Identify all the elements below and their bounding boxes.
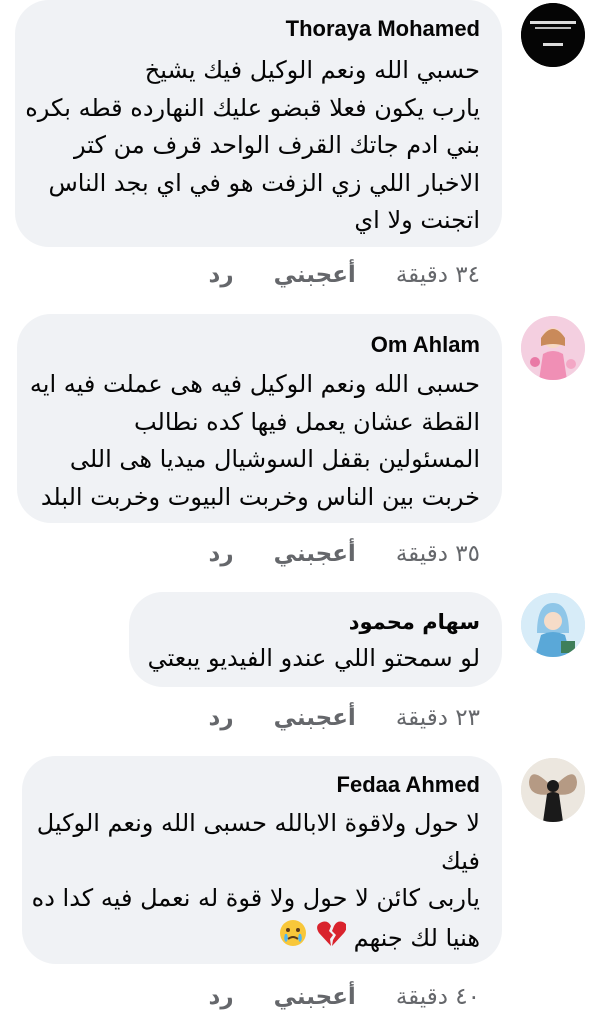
comment-line: بني ادم جاتك القرف الواحد قرف من كتر — [74, 131, 480, 159]
avatar[interactable] — [521, 3, 585, 67]
comment-author[interactable]: Om Ahlam — [371, 332, 480, 358]
crying-face-icon — [278, 918, 308, 960]
comment-line: لا حول ولاقوة الابالله حسبى الله ونعم ال… — [36, 809, 480, 837]
comment-author[interactable]: Fedaa Ahmed — [337, 772, 480, 798]
hijab-girl-avatar-image — [521, 593, 585, 657]
comment-line: حسبي الله ونعم الوكيل فيك يشيخ — [144, 56, 480, 84]
comment-bubble: Thoraya Mohamed حسبي الله ونعم الوكيل في… — [15, 0, 502, 247]
comment-line: حسبى الله ونعم الوكيل فيه هى عملت فيه اي… — [29, 370, 480, 398]
like-button[interactable]: أعجبني — [274, 705, 356, 731]
comment-line: ياربى كائن لا حول ولا قوة له نعمل فيه كد… — [31, 884, 480, 912]
comment-author[interactable]: Thoraya Mohamed — [286, 16, 480, 42]
comment-text: حسبى الله ونعم الوكيل فيه هى عملت فيه اي… — [30, 366, 480, 516]
comment-line: اتجنت ولا اي — [354, 206, 480, 234]
comment-time[interactable]: ٢٣ دقيقة — [396, 705, 480, 731]
comment-bubble: Fedaa Ahmed لا حول ولاقوة الابالله حسبى … — [22, 756, 502, 964]
comment-line: هنيا لك جنهم — [353, 923, 480, 952]
comment-time[interactable]: ٣٥ دقيقة — [396, 541, 480, 567]
comment-line: لو سمحتو اللي عندو الفيديو يبعتي — [147, 644, 480, 672]
comment-text: حسبي الله ونعم الوكيل فيك يشيخ يارب يكون… — [25, 52, 480, 240]
condolence-avatar-image — [521, 3, 585, 67]
comment-text: لو سمحتو اللي عندو الفيديو يبعتي — [148, 640, 480, 678]
reply-button[interactable]: رد — [209, 984, 234, 1010]
butterfly-avatar-image — [521, 758, 585, 822]
comment-actions: ٤٠ دقيقة أعجبني رد — [209, 984, 480, 1010]
like-button[interactable]: أعجبني — [274, 984, 356, 1010]
broken-heart-icon — [316, 919, 347, 959]
comment-line: فيك — [441, 846, 480, 875]
like-button[interactable]: أعجبني — [274, 262, 356, 288]
reply-button[interactable]: رد — [209, 262, 234, 288]
comment-line: خربت بين الناس وخربت البيوت وخربت البلد — [40, 482, 480, 511]
comment-actions: ٢٣ دقيقة أعجبني رد — [209, 705, 480, 731]
comment-text: لا حول ولاقوة الابالله حسبى الله ونعم ال… — [32, 805, 480, 959]
reply-button[interactable]: رد — [209, 541, 234, 567]
comment-line: المسئولين بقفل السوشيال ميديا هى اللى — [69, 445, 480, 473]
comment-line: القطة عشان يعمل فيها كده نطالب — [133, 407, 480, 436]
comment-author[interactable]: سهام محمود — [349, 610, 480, 634]
comment-line-with-emoji: هنيا لك جنهم — [32, 918, 480, 960]
comment-bubble: Om Ahlam حسبى الله ونعم الوكيل فيه هى عم… — [17, 314, 502, 523]
comment-bubble: سهام محمود لو سمحتو اللي عندو الفيديو يب… — [129, 592, 502, 687]
comment-time[interactable]: ٣٤ دقيقة — [396, 262, 480, 288]
like-button[interactable]: أعجبني — [274, 541, 356, 567]
comment-line: يارب يكون فعلا قبضو عليك النهارده قطه بك… — [25, 93, 480, 122]
reply-button[interactable]: رد — [209, 705, 234, 731]
avatar[interactable] — [521, 316, 585, 380]
comment-actions: ٣٤ دقيقة أعجبني رد — [209, 262, 480, 288]
comment-actions: ٣٥ دقيقة أعجبني رد — [209, 541, 480, 567]
avatar[interactable] — [521, 593, 585, 657]
comment-line: الاخبار اللي زي الزفت هو في اي بجد الناس — [48, 168, 480, 197]
girl-avatar-image — [521, 316, 585, 380]
comment-time[interactable]: ٤٠ دقيقة — [396, 984, 480, 1010]
avatar[interactable] — [521, 758, 585, 822]
